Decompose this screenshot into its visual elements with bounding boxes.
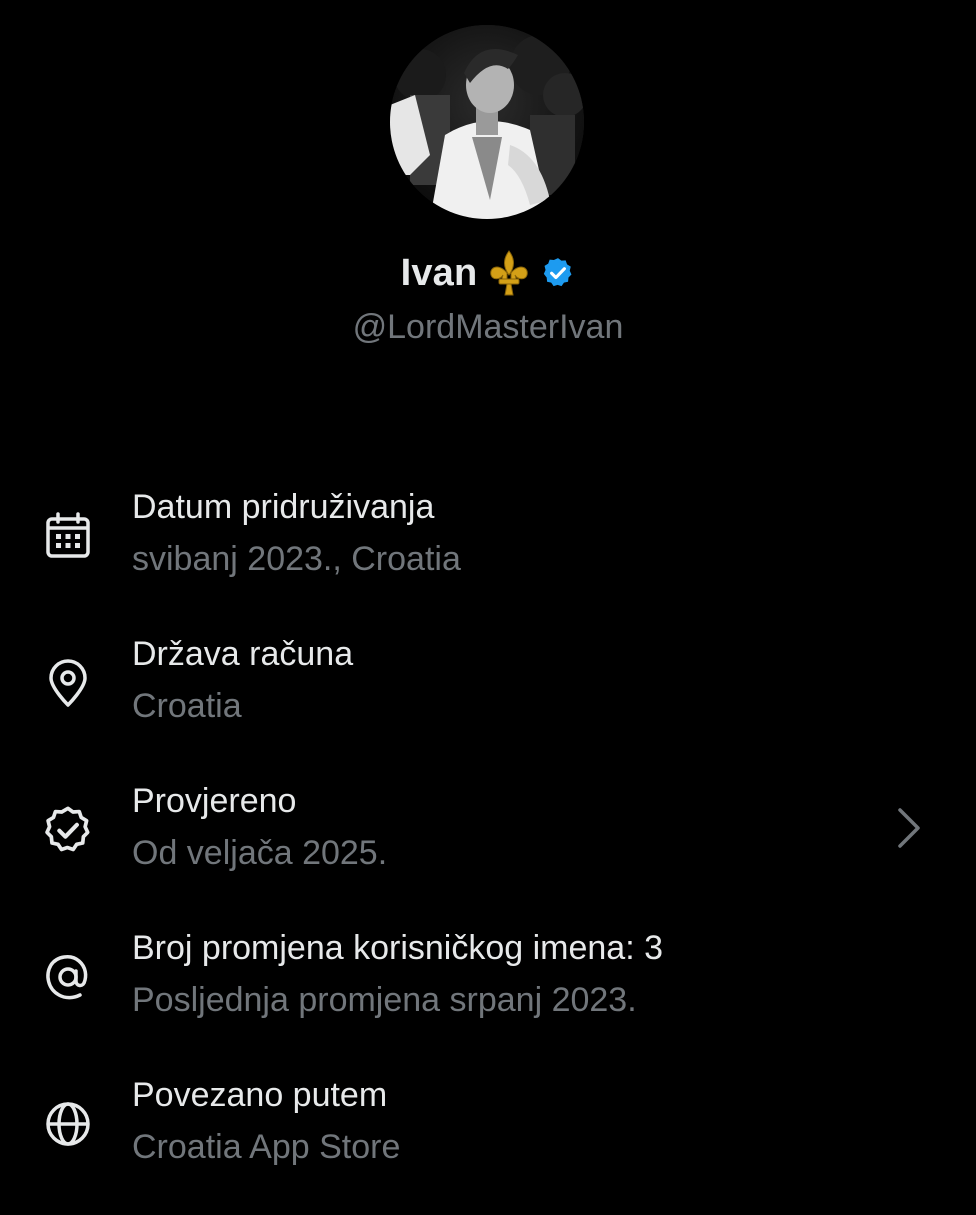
list-item-connected-via: Povezano putem Croatia App Store — [0, 1068, 976, 1215]
chevron-right-icon[interactable] — [890, 798, 930, 858]
name-row: Ivan — [0, 243, 976, 303]
list-item-verified[interactable]: Provjereno Od veljača 2025. — [0, 774, 976, 921]
row-title: Broj promjena korisničkog imena: 3 — [132, 929, 664, 967]
location-pin-icon — [42, 657, 94, 709]
at-sign-icon — [42, 951, 94, 1003]
row-subtitle: Od veljača 2025. — [132, 834, 388, 872]
calendar-icon — [42, 510, 94, 562]
list-item-account-country: Država računa Croatia — [0, 627, 976, 774]
row-subtitle: Croatia — [132, 687, 242, 725]
row-subtitle: Croatia App Store — [132, 1128, 401, 1166]
list-item-username-changes: Broj promjena korisničkog imena: 3 Poslj… — [0, 921, 976, 1068]
row-subtitle: svibanj 2023., Croatia — [132, 540, 461, 578]
verified-icon[interactable] — [541, 256, 575, 290]
about-account-list: Datum pridruživanja svibanj 2023., Croat… — [0, 480, 976, 1215]
fleur-de-lis-icon — [487, 249, 531, 297]
display-name: Ivan — [400, 251, 478, 294]
avatar-image — [390, 25, 584, 219]
row-subtitle: Posljednja promjena srpanj 2023. — [132, 981, 637, 1019]
row-title: Država računa — [132, 635, 354, 673]
verified-badge-outline-icon — [42, 804, 94, 856]
row-title: Povezano putem — [132, 1076, 388, 1114]
list-item-join-date: Datum pridruživanja svibanj 2023., Croat… — [0, 480, 976, 627]
avatar[interactable] — [390, 25, 584, 219]
row-title: Provjereno — [132, 782, 297, 820]
row-title: Datum pridruživanja — [132, 488, 435, 526]
globe-icon — [42, 1098, 94, 1150]
profile-handle: @LordMasterIvan — [352, 308, 624, 346]
